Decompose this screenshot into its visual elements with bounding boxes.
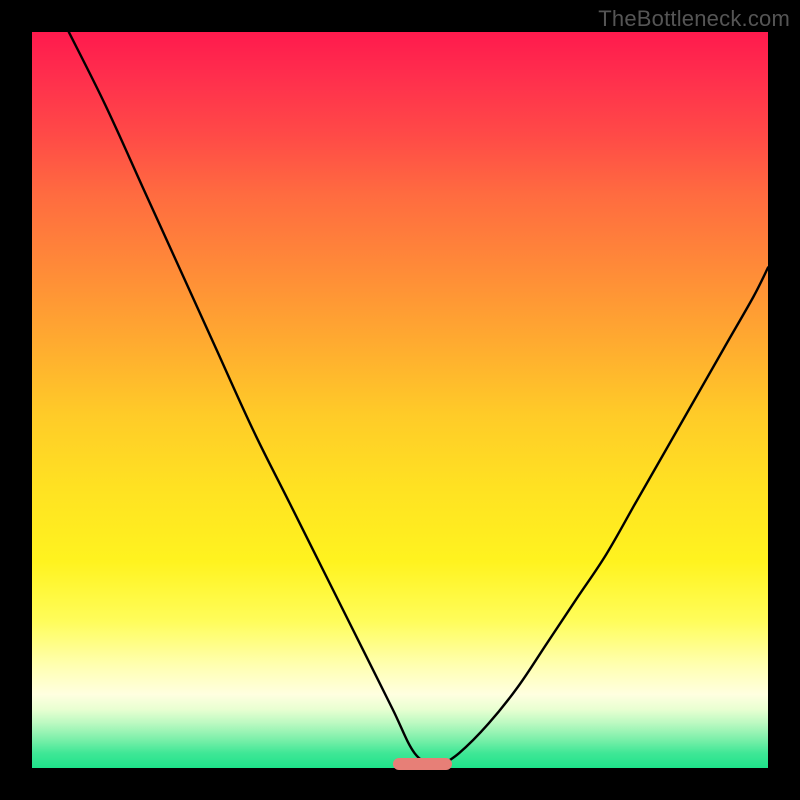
plot-area	[32, 32, 768, 768]
bottleneck-curve	[32, 32, 768, 768]
curve-right-branch	[437, 268, 768, 769]
optimal-marker-pill	[393, 758, 452, 770]
chart-frame: TheBottleneck.com	[0, 0, 800, 800]
curve-left-branch	[69, 32, 437, 768]
watermark-text: TheBottleneck.com	[598, 6, 790, 32]
